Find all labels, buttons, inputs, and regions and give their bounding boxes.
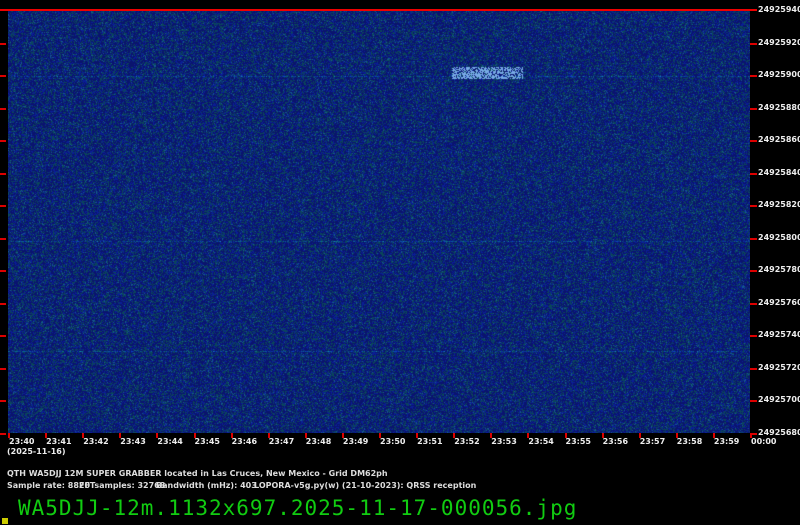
frequency-tick xyxy=(750,75,757,77)
software-version: LOPORA-v5g.py(w) (21-10-2023): QRSS rece… xyxy=(254,481,476,490)
frequency-tick xyxy=(750,238,757,240)
frequency-tick-left xyxy=(0,368,6,370)
time-tick-label: 23:55 xyxy=(566,437,591,446)
frequency-tick-left xyxy=(0,433,6,435)
time-tick-label: 23:40 xyxy=(9,437,34,446)
frequency-tick-left xyxy=(0,270,6,272)
frequency-tick xyxy=(750,108,757,110)
frequency-tick-left xyxy=(0,205,6,207)
frequency-tick-left xyxy=(0,335,6,337)
frequency-tick-label: 24925880 xyxy=(758,103,800,113)
time-tick-label: 23:46 xyxy=(232,437,257,446)
frequency-tick-label: 24925720 xyxy=(758,363,800,373)
frequency-tick-label: 24925840 xyxy=(758,168,800,178)
frequency-tick-label: 24925700 xyxy=(758,395,800,405)
time-tick-label: 23:52 xyxy=(454,437,479,446)
frequency-tick xyxy=(750,43,757,45)
frequency-tick xyxy=(750,205,757,207)
frequency-tick-left xyxy=(0,43,6,45)
time-tick-label: 23:57 xyxy=(640,437,665,446)
frequency-tick-left xyxy=(0,303,6,305)
frequency-tick-label: 24925740 xyxy=(758,330,800,340)
time-tick-label: 23:58 xyxy=(677,437,702,446)
top-marker-line xyxy=(0,9,757,11)
frequency-tick-label: 24925860 xyxy=(758,135,800,145)
time-tick-label: 23:59 xyxy=(714,437,739,446)
frequency-tick-label: 24925900 xyxy=(758,70,800,80)
frequency-tick-label: 24925800 xyxy=(758,233,800,243)
time-tick-label: 00:00 xyxy=(751,437,776,446)
frequency-tick xyxy=(750,140,757,142)
filename-label: WA5DJJ-12m.1132x697.2025-11-17-000056.jp… xyxy=(18,496,577,520)
waterfall-spectrogram xyxy=(8,10,750,433)
frequency-tick-left xyxy=(0,400,6,402)
time-tick-label: 23:41 xyxy=(46,437,71,446)
frequency-tick-left xyxy=(0,173,6,175)
time-tick-label: 23:42 xyxy=(83,437,108,446)
time-tick-label: 23:45 xyxy=(195,437,220,446)
frequency-tick xyxy=(750,368,757,370)
corner-marker xyxy=(2,518,8,524)
time-tick-label: 23:48 xyxy=(306,437,331,446)
time-tick-label: 23:49 xyxy=(343,437,368,446)
qth-info: QTH WA5DJJ 12M SUPER GRABBER located in … xyxy=(7,469,388,478)
time-tick-label: 23:54 xyxy=(528,437,553,446)
time-tick-label: 23:56 xyxy=(603,437,628,446)
time-tick-label: 23:53 xyxy=(491,437,516,446)
frequency-tick-label: 24925780 xyxy=(758,265,800,275)
frequency-tick xyxy=(750,400,757,402)
frequency-tick xyxy=(750,173,757,175)
sample-rate: Sample rate: 8820 xyxy=(7,481,90,490)
frequency-tick-left xyxy=(0,75,6,77)
time-tick-label: 23:51 xyxy=(417,437,442,446)
frequency-tick-label: 24925760 xyxy=(758,298,800,308)
frequency-tick-left xyxy=(0,140,6,142)
frequency-tick-label: 24925820 xyxy=(758,200,800,210)
frequency-tick xyxy=(750,335,757,337)
frequency-tick xyxy=(750,303,757,305)
fft-samples: FFTsamples: 32768 xyxy=(79,481,165,490)
date-label: (2025-11-16) xyxy=(7,447,65,456)
time-tick-label: 23:50 xyxy=(380,437,405,446)
bandwidth: Bandwidth (mHz): 403 xyxy=(156,481,257,490)
frequency-tick-left xyxy=(0,238,6,240)
time-tick-label: 23:43 xyxy=(120,437,145,446)
frequency-tick-label: 24925940 xyxy=(758,5,800,15)
frequency-tick-label: 24925920 xyxy=(758,38,800,48)
time-tick-label: 23:47 xyxy=(269,437,294,446)
time-tick-label: 23:44 xyxy=(157,437,182,446)
frequency-tick xyxy=(750,270,757,272)
frequency-tick-left xyxy=(0,108,6,110)
frequency-tick-label: 24925680 xyxy=(758,428,800,438)
